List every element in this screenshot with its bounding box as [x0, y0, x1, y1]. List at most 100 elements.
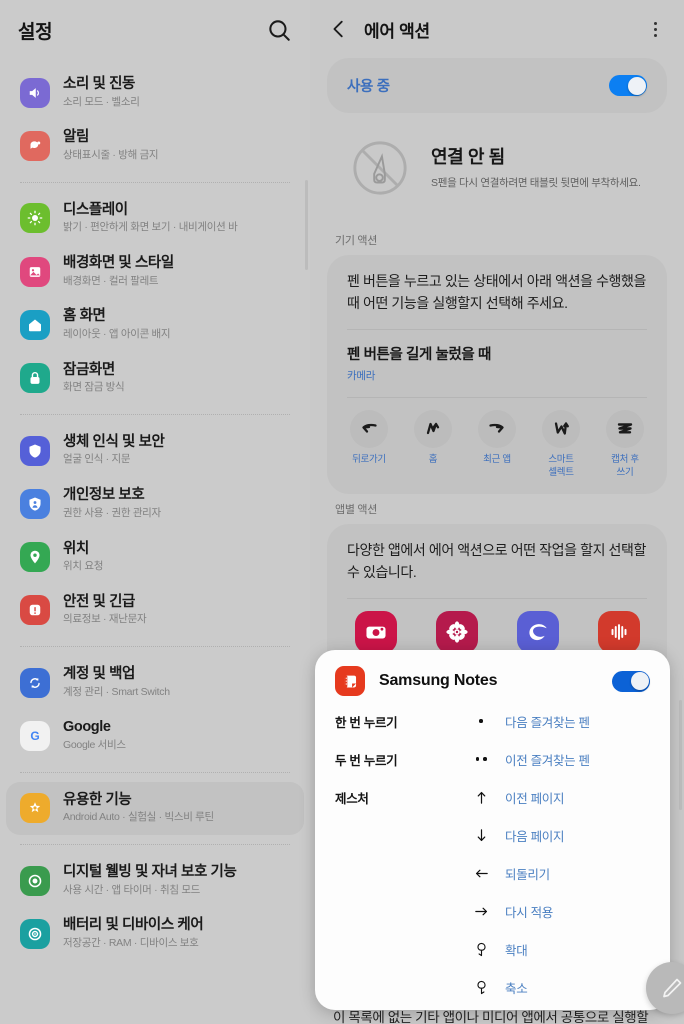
gesture-item-1[interactable]: 홈: [403, 410, 463, 480]
samsung-notes-toggle-switch[interactable]: [612, 670, 650, 692]
gesture-label: 뒤로가기: [352, 454, 386, 466]
notes-action-label: 두 번 누르기: [335, 753, 398, 768]
arrow-left-icon: [457, 865, 505, 882]
location-pin-icon: [20, 542, 50, 573]
sidebar-item-sublabel: 저장공간 · RAM · 디바이스 보호: [63, 936, 199, 949]
arrow-up-icon: [457, 789, 505, 806]
sidebar-item-11[interactable]: 안전 및 긴급 의료정보 · 재난문자: [6, 584, 304, 637]
page-title: 설정: [18, 21, 53, 43]
sync-icon: [20, 667, 50, 698]
two-dots-icon: [457, 757, 505, 761]
panel-scrollbar[interactable]: [679, 700, 682, 810]
spen-status-text: 연결 안 됨 S펜을 다시 연결하려면 태블릿 뒷면에 부착하세요.: [431, 146, 641, 190]
sidebar-item-label: 계정 및 백업: [63, 666, 135, 683]
sidebar-divider: [20, 181, 290, 183]
master-toggle-label: 사용 중: [347, 79, 390, 95]
sidebar-item-6[interactable]: 잠금화면 화면 잠금 방식: [6, 352, 304, 405]
sidebar-item-label: 생체 인식 및 보안: [63, 433, 165, 450]
shield-icon: [20, 435, 50, 466]
notes-action-row-3[interactable]: 다음 페이지: [335, 816, 650, 854]
gesture-label: 최근 앱: [483, 454, 511, 466]
sidebar-item-sublabel: 사용 시간 · 앱 타이머 · 취침 모드: [63, 883, 201, 896]
arrow-right-icon: [457, 903, 505, 920]
notes-action-label: 제스처: [335, 791, 369, 806]
notes-action-row-1[interactable]: 두 번 누르기 이전 즐겨찾는 펜: [335, 740, 650, 778]
sidebar-item-3[interactable]: 디스플레이 밝기 · 편안하게 화면 보기 · 내비게이션 바: [6, 192, 304, 245]
lock-icon: [20, 363, 50, 394]
notes-action-value: 되돌리기: [505, 867, 550, 882]
brightness-icon: [20, 203, 50, 234]
notes-action-row-6[interactable]: 확대: [335, 930, 650, 968]
sidebar-item-list: 소리 및 진동 소리 모드 · 벨소리알림상태표시줄 · 방해 금지디스플레이 밝기…: [0, 60, 310, 961]
sidebar-scrollbar[interactable]: [305, 180, 308, 270]
sidebar-item-sublabel: 위치 요청: [63, 560, 104, 573]
notification-icon: [20, 130, 50, 161]
air-actions-toggle-row[interactable]: 사용 중: [327, 58, 667, 113]
volume-icon: [20, 77, 50, 108]
sidebar-item-sublabel: 화면 잠금 방식: [63, 381, 125, 394]
notes-action-value: 이전 페이지: [505, 791, 565, 806]
sidebar-divider: [20, 413, 290, 415]
master-toggle-card: 사용 중: [327, 58, 667, 113]
sidebar-item-sublabel: Google 서비스: [63, 739, 126, 751]
sidebar-item-text: 디스플레이 밝기 · 편안하게 화면 보기 · 내비게이션 바: [63, 201, 238, 236]
sidebar-item-label: 개인정보 보호: [63, 487, 145, 504]
search-icon[interactable]: [266, 17, 292, 43]
notes-action-row-0[interactable]: 한 번 누르기 다음 즐겨찾는 펜: [335, 702, 650, 740]
device-actions-description: 펜 버튼을 누르고 있는 상태에서 아래 액션을 수행했을 때 어떤 기능을 실…: [347, 273, 646, 311]
gesture-item-4[interactable]: 캡처 후 쓰기: [595, 410, 655, 480]
devicecare-icon: [20, 919, 50, 950]
gesture-item-3[interactable]: 스마트 셀렉트: [531, 410, 591, 480]
overflow-menu-icon[interactable]: [644, 17, 666, 41]
sidebar-item-5[interactable]: 홈 화면 레이아웃 · 앱 아이콘 배지: [6, 298, 304, 351]
sidebar-item-18[interactable]: 디지털 웰빙 및 자녀 보호 기능 사용 시간 · 앱 타이머 · 취침 모드: [6, 854, 304, 907]
notes-action-value: 다음 즐겨찾는 펜: [505, 715, 590, 730]
sidebar-item-label: 소리 및 진동: [63, 76, 135, 92]
sidebar-item-label: 알림: [63, 129, 89, 146]
notes-action-value: 축소: [505, 981, 528, 996]
master-toggle-switch[interactable]: [609, 75, 647, 96]
notes-action-row-4[interactable]: 되돌리기: [335, 854, 650, 892]
sidebar-item-4[interactable]: 배경화면 및 스타일 배경화면 · 컬러 팔레트: [6, 245, 304, 298]
notes-action-row-5[interactable]: 다시 적용: [335, 892, 650, 930]
wallpaper-icon: [20, 256, 50, 287]
gesture-label: 홈: [428, 454, 438, 466]
app-actions-section-label: 앱별 액션: [335, 504, 378, 516]
settings-sidebar: 설정 소리 및 진동 소리 모드 · 벨소리알림상태표시줄 · 방해 금지디스플레…: [0, 0, 310, 1024]
sidebar-item-9[interactable]: 개인정보 보호 권한 사용 · 권한 관리자: [6, 477, 304, 530]
spen-status-block: 연결 안 됨 S펜을 다시 연결하려면 태블릿 뒷면에 부착하세요.: [327, 113, 667, 225]
sidebar-item-text: 디지털 웰빙 및 자녀 보호 기능 사용 시간 · 앱 타이머 · 취침 모드: [63, 863, 237, 898]
notes-action-value: 확대: [505, 943, 528, 958]
sidebar-item-sublabel: 배경화면 · 컬러 팔레트: [63, 274, 159, 287]
sidebar-item-label: 안전 및 긴급: [63, 593, 135, 610]
star-burst-icon: [20, 793, 50, 824]
notes-action-value: 다음 페이지: [505, 829, 565, 844]
notes-action-row-7[interactable]: 축소: [335, 968, 650, 1006]
sidebar-item-13[interactable]: 계정 및 백업 계정 관리 · Smart Switch: [6, 656, 304, 709]
sidebar-item-1[interactable]: 알림상태표시줄 · 방해 금지: [6, 119, 304, 172]
sidebar-item-sublabel: 상태표시줄 · 방해 금지: [63, 148, 159, 161]
gesture-zigzag-icon: [606, 410, 644, 449]
gesture-label: 스마트 셀렉트: [548, 454, 574, 479]
sidebar-item-14[interactable]: G Google Google 서비스: [6, 709, 304, 762]
gesture-item-0[interactable]: 뒤로가기: [339, 410, 399, 480]
samsung-notes-header: Samsung Notes: [335, 666, 650, 702]
sidebar-item-8[interactable]: 생체 인식 및 보안 얼굴 인식 · 지문: [6, 424, 304, 477]
camera-app-icon: [354, 611, 397, 654]
gesture-item-2[interactable]: 최근 앱: [467, 410, 527, 480]
samsung-notes-row-list: 한 번 누르기 다음 즐겨찾는 펜두 번 누르기 이전 즐겨찾는 펜제스처 이전 페이…: [335, 702, 650, 1006]
app-actions-description: 다양한 앱에서 에어 액션으로 어떤 작업을 할지 선택할 수 있습니다.: [347, 542, 646, 580]
sidebar-item-19[interactable]: 배터리 및 디바이스 케어 저장공간 · RAM · 디바이스 보호: [6, 907, 304, 960]
pen-button-longpress-row[interactable]: 펜 버튼을 길게 눌렀을 때 카메라: [327, 330, 667, 397]
sidebar-item-16[interactable]: 유용한 기능 Android Auto · 실험실 · 빅스비 루틴: [6, 781, 304, 836]
gesture-label: 캡처 후 쓰기: [611, 454, 639, 479]
notes-action-row-2[interactable]: 제스처 이전 페이지: [335, 778, 650, 816]
sidebar-item-text: 소리 및 진동 소리 모드 · 벨소리: [63, 75, 140, 110]
sidebar-item-0[interactable]: 소리 및 진동 소리 모드 · 벨소리: [6, 66, 304, 119]
sidebar-item-text: 홈 화면 레이아웃 · 앱 아이콘 배지: [63, 307, 171, 342]
spen-disconnected-icon: [351, 139, 409, 197]
sidebar-item-10[interactable]: 위치 위치 요청: [6, 531, 304, 584]
chevron-left-icon[interactable]: [328, 18, 350, 40]
sidebar-item-sublabel: Android Auto · 실험실 · 빅스비 루틴: [63, 811, 214, 824]
sidebar-item-text: Google Google 서비스: [63, 718, 126, 753]
